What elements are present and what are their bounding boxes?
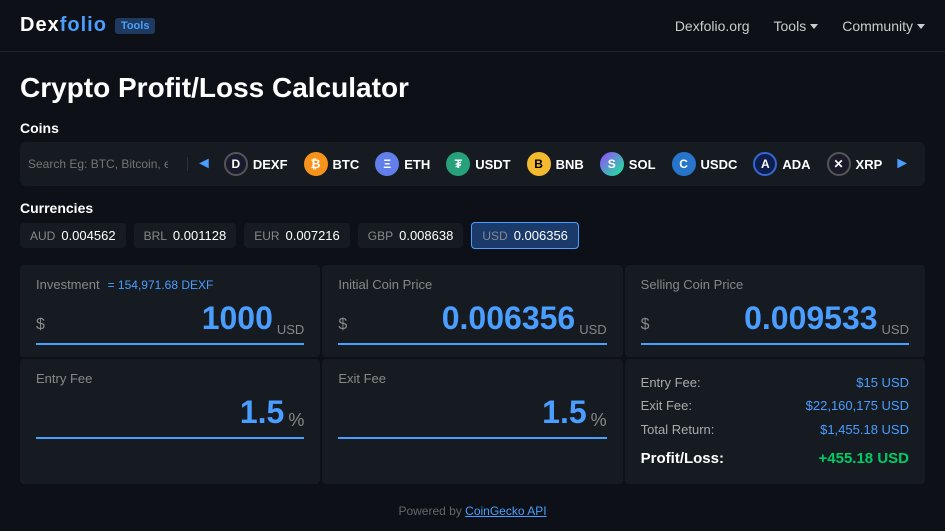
selling-price-label: Selling Coin Price: [641, 277, 909, 292]
exit-fee-result-value: $22,160,175 USD: [806, 394, 909, 417]
selling-price-card: Selling Coin Price $ 0.009533 USD: [625, 265, 925, 357]
coin-bnb[interactable]: B BNB: [519, 148, 592, 180]
currency-gbp[interactable]: GBP 0.008638: [358, 223, 464, 248]
selling-price-input-row: $ 0.009533 USD: [641, 300, 909, 345]
investment-input-row: $ 1000 USD: [36, 300, 304, 345]
profit-loss-label: Profit/Loss:: [641, 445, 724, 472]
scroll-right-icon[interactable]: ►: [890, 155, 914, 173]
profit-loss-row: Profit/Loss: +455.18 USD: [641, 445, 909, 472]
currency-usd[interactable]: USD 0.006356: [471, 222, 579, 249]
calculator-row-1: Investment = 154,971.68 DEXF $ 1000 USD …: [20, 265, 925, 357]
footer: Powered by CoinGecko API: [0, 494, 945, 528]
bnb-label: BNB: [556, 157, 584, 172]
exit-fee-value[interactable]: 1.5: [338, 394, 586, 431]
investment-card: Investment = 154,971.68 DEXF $ 1000 USD: [20, 265, 320, 357]
exit-fee-result-label: Exit Fee:: [641, 394, 692, 417]
selling-price-value[interactable]: 0.009533: [654, 300, 878, 337]
coin-btc[interactable]: ₿ BTC: [296, 148, 368, 180]
initial-price-input-row: $ 0.006356 USD: [338, 300, 606, 345]
investment-label: Investment = 154,971.68 DEXF: [36, 277, 304, 292]
coin-sol[interactable]: S SOL: [592, 148, 664, 180]
exit-fee-card: Exit Fee 1.5 %: [322, 359, 622, 484]
chevron-down-icon: [810, 24, 818, 29]
nav: Dexfolio.org Tools Community: [675, 18, 925, 34]
tools-badge: Tools: [115, 18, 156, 34]
eth-label: ETH: [404, 157, 430, 172]
initial-price-unit: USD: [579, 322, 606, 337]
coins-label: Coins: [20, 120, 925, 136]
ada-coin-icon: A: [753, 152, 777, 176]
entry-fee-unit: %: [288, 410, 304, 431]
currencies-label: Currencies: [20, 200, 925, 216]
total-return-label: Total Return:: [641, 418, 715, 441]
dexf-label: DEXF: [253, 157, 288, 172]
coin-usdc[interactable]: C USDC: [664, 148, 746, 180]
nav-dexfolio[interactable]: Dexfolio.org: [675, 18, 750, 34]
nav-tools[interactable]: Tools: [774, 18, 819, 34]
result-total-return: Total Return: $1,455.18 USD: [641, 418, 909, 441]
dollar-sign: $: [36, 316, 45, 334]
initial-price-value[interactable]: 0.006356: [351, 300, 575, 337]
header: Dexfolio Tools Dexfolio.org Tools Commun…: [0, 0, 945, 52]
total-return-value: $1,455.18 USD: [820, 418, 909, 441]
entry-fee-input-row: 1.5 %: [36, 394, 304, 439]
usdt-coin-icon: ₮: [446, 152, 470, 176]
coin-xrp[interactable]: ✕ XRP: [819, 148, 891, 180]
sol-coin-icon: S: [600, 152, 624, 176]
usdc-label: USDC: [701, 157, 738, 172]
coin-dexf[interactable]: D DEXF: [216, 148, 296, 180]
result-entry-fee: Entry Fee: $15 USD: [641, 371, 909, 394]
logo-area: Dexfolio Tools: [20, 14, 155, 37]
exit-fee-unit: %: [591, 410, 607, 431]
currencies-row: AUD 0.004562 BRL 0.001128 EUR 0.007216 G…: [20, 222, 925, 249]
entry-fee-label: Entry Fee: [36, 371, 304, 386]
investment-unit: USD: [277, 322, 304, 337]
entry-fee-value[interactable]: 1.5: [36, 394, 284, 431]
initial-price-card: Initial Coin Price $ 0.006356 USD: [322, 265, 622, 357]
profit-loss-value: +455.18 USD: [819, 445, 909, 472]
coin-ada[interactable]: A ADA: [745, 148, 818, 180]
chevron-down-icon: [917, 24, 925, 29]
main-content: Crypto Profit/Loss Calculator Coins ◄ D …: [0, 52, 945, 494]
coingecko-link[interactable]: CoinGecko API: [465, 504, 546, 518]
coin-eth[interactable]: Ξ ETH: [367, 148, 438, 180]
xrp-coin-icon: ✕: [827, 152, 851, 176]
nav-community[interactable]: Community: [842, 18, 925, 34]
currency-brl[interactable]: BRL 0.001128: [134, 223, 237, 248]
logo: Dexfolio: [20, 14, 107, 37]
dollar-sign-2: $: [338, 316, 347, 334]
btc-label: BTC: [333, 157, 360, 172]
btc-coin-icon: ₿: [304, 152, 328, 176]
dexf-coin-icon: D: [224, 152, 248, 176]
exit-fee-input-row: 1.5 %: [338, 394, 606, 439]
xrp-label: XRP: [856, 157, 883, 172]
result-lines: Entry Fee: $15 USD Exit Fee: $22,160,175…: [641, 371, 909, 472]
currency-eur[interactable]: EUR 0.007216: [244, 223, 350, 248]
entry-fee-result-value: $15 USD: [856, 371, 909, 394]
usdt-label: USDT: [475, 157, 510, 172]
scroll-left-icon[interactable]: ◄: [192, 155, 216, 173]
selling-price-unit: USD: [882, 322, 909, 337]
entry-fee-card: Entry Fee 1.5 %: [20, 359, 320, 484]
ada-label: ADA: [782, 157, 810, 172]
bnb-coin-icon: B: [527, 152, 551, 176]
result-exit-fee: Exit Fee: $22,160,175 USD: [641, 394, 909, 417]
calculator-row-2: Entry Fee 1.5 % Exit Fee 1.5 % Entry Fee…: [20, 359, 925, 484]
coin-search-input[interactable]: [28, 157, 168, 171]
dollar-sign-3: $: [641, 316, 650, 334]
page-title: Crypto Profit/Loss Calculator: [20, 72, 925, 104]
eth-coin-icon: Ξ: [375, 152, 399, 176]
coins-row: ◄ D DEXF ₿ BTC Ξ ETH ₮ USDT B BNB S SOL …: [20, 142, 925, 186]
usdc-coin-icon: C: [672, 152, 696, 176]
coin-search-area: [28, 157, 188, 171]
entry-fee-result-label: Entry Fee:: [641, 371, 701, 394]
currency-aud[interactable]: AUD 0.004562: [20, 223, 126, 248]
investment-value[interactable]: 1000: [49, 300, 273, 337]
exit-fee-label: Exit Fee: [338, 371, 606, 386]
initial-price-label: Initial Coin Price: [338, 277, 606, 292]
sol-label: SOL: [629, 157, 656, 172]
coin-usdt[interactable]: ₮ USDT: [438, 148, 518, 180]
results-card: Entry Fee: $15 USD Exit Fee: $22,160,175…: [625, 359, 925, 484]
